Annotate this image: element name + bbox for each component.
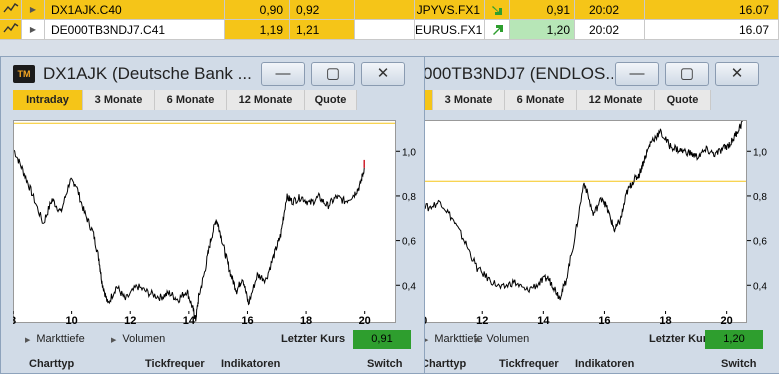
y-tick-label: 0,8 — [753, 192, 767, 203]
time-cell: 20:02 — [575, 20, 645, 40]
x-tick-label: 8 — [13, 315, 16, 327]
x-tick-label: 14 — [183, 315, 196, 327]
menu-switch[interactable]: Switch — [367, 358, 402, 370]
chart-icon[interactable] — [0, 0, 22, 20]
maximize-button[interactable]: ▢ — [311, 62, 355, 86]
menu-charttyp[interactable]: Charttyp — [421, 358, 466, 370]
x-tick-label: 12 — [124, 315, 136, 327]
trend-down-icon — [485, 0, 510, 20]
x-axis: 101214161820 — [415, 311, 733, 327]
x-tick-label: 12 — [476, 315, 488, 327]
minimize-button[interactable]: — — [615, 62, 659, 86]
spacer-cell — [355, 0, 415, 20]
title-bar[interactable]: TM DX1AJK (Deutsche Bank ... — ▢ ✕ — [1, 57, 424, 90]
y-tick-label: 1,0 — [402, 147, 416, 158]
x-tick-label: 14 — [537, 315, 550, 327]
window-menu: Charttyp Tickfrequer Indikatoren Switch — [13, 356, 423, 374]
price-series-line — [13, 149, 365, 322]
letzter-kurs-label: Letzter Kurs — [649, 333, 714, 345]
expand-arrow-icon[interactable]: ▶ — [22, 0, 45, 20]
x-axis: 8 10 12 14 16 18 20 — [13, 311, 371, 327]
y-tick-label: 1,0 — [753, 147, 767, 158]
tab-6-monate[interactable]: 6 Monate — [155, 90, 227, 110]
tab-12-monate[interactable]: 12 Monate — [577, 90, 655, 110]
x-tick-label: 20 — [721, 315, 733, 327]
tab-bar: 3 Monate 6 Monate 12 Monate Quote — [415, 90, 711, 110]
fx-value: 0,91 — [510, 0, 575, 20]
tab-3-monate[interactable]: 3 Monate — [433, 90, 505, 110]
price-series-line — [415, 120, 744, 301]
tab-12-monate[interactable]: 12 Monate — [227, 90, 305, 110]
tab-3-monate[interactable]: 3 Monate — [83, 90, 155, 110]
y-tick-label: 0,6 — [753, 237, 767, 248]
ask-value: 1,21 — [290, 20, 355, 40]
title-bar[interactable]: 000TB3NDJ7 (ENDLOS... — ▢ ✕ — [411, 57, 779, 90]
date-cell: 16.07 — [645, 0, 779, 20]
chart-area[interactable] — [13, 120, 396, 323]
menu-tickfrequenz[interactable]: Tickfrequer — [145, 358, 205, 370]
price-chart[interactable] — [415, 120, 746, 322]
markttiefe-toggle[interactable]: ▶ Markttiefe — [423, 329, 483, 349]
window-title: DX1AJK (Deutsche Bank ... — [43, 64, 252, 83]
close-button[interactable]: ✕ — [715, 62, 759, 86]
tab-intraday[interactable]: Intraday — [13, 90, 83, 110]
menu-indikatoren[interactable]: Indikatoren — [575, 358, 634, 370]
y-tick-label: 0,4 — [402, 281, 416, 292]
minimize-button[interactable]: — — [261, 62, 305, 86]
menu-charttyp[interactable]: Charttyp — [29, 358, 74, 370]
table-row[interactable]: ▶ DE000TB3NDJ7.C41 1,19 1,21 EURUS.FX1 1… — [0, 20, 779, 40]
tab-quote[interactable]: Quote — [305, 90, 357, 110]
x-tick-label: 16 — [241, 315, 253, 327]
x-tick-label: 18 — [300, 315, 312, 327]
time-cell: 20:02 — [575, 0, 645, 20]
x-tick-label: 20 — [359, 315, 371, 327]
expand-arrow-icon[interactable]: ▶ — [22, 20, 45, 40]
menu-switch[interactable]: Switch — [721, 358, 756, 370]
volumen-toggle[interactable]: ▶ Volumen — [475, 329, 529, 349]
bid-value: 1,19 — [225, 20, 290, 40]
y-axis: 1,0 0,8 0,6 0,4 — [396, 147, 416, 292]
window-title: 000TB3NDJ7 (ENDLOS... — [423, 64, 613, 83]
y-axis: 1,0 0,8 0,6 0,4 — [747, 147, 767, 292]
spacer-cell — [355, 20, 415, 40]
menu-indikatoren[interactable]: Indikatoren — [221, 358, 280, 370]
letzter-kurs-label: Letzter Kurs — [281, 333, 346, 345]
x-tick-label: 10 — [65, 315, 77, 327]
instrument-name: DX1AJK.C40 — [45, 0, 225, 20]
x-tick-label: 18 — [659, 315, 671, 327]
chart-icon[interactable] — [0, 20, 22, 40]
instrument-name: DE000TB3NDJ7.C41 — [45, 20, 225, 40]
letzter-kurs-value: 1,20 — [705, 330, 763, 349]
markttiefe-toggle[interactable]: ▶ Markttiefe — [25, 329, 85, 349]
y-tick-label: 0,6 — [402, 237, 416, 248]
window-menu: Charttyp Tickfrequer Indikatoren Switch — [415, 356, 775, 374]
y-tick-label: 0,4 — [753, 281, 767, 292]
y-tick-label: 0,8 — [402, 192, 416, 203]
desktop: ▶ DX1AJK.C40 0,90 0,92 JPYVS.FX1 0,91 20… — [0, 0, 779, 374]
tab-bar: Intraday 3 Monate 6 Monate 12 Monate Quo… — [13, 90, 357, 110]
chart-area[interactable] — [415, 120, 747, 323]
table-row[interactable]: ▶ DX1AJK.C40 0,90 0,92 JPYVS.FX1 0,91 20… — [0, 0, 779, 20]
price-chart[interactable] — [13, 121, 395, 322]
fx-name: EURUS.FX1 — [415, 20, 485, 40]
menu-tickfrequenz[interactable]: Tickfrequer — [499, 358, 559, 370]
maximize-button[interactable]: ▢ — [665, 62, 709, 86]
tab-6-monate[interactable]: 6 Monate — [505, 90, 577, 110]
bid-value: 0,90 — [225, 0, 290, 20]
chart-window-right[interactable]: 000TB3NDJ7 (ENDLOS... — ▢ ✕ 3 Monate 6 M… — [410, 56, 779, 374]
ask-value: 0,92 — [290, 0, 355, 20]
date-cell: 16.07 — [645, 20, 779, 40]
fx-value: 1,20 — [510, 20, 575, 40]
watchlist-table: ▶ DX1AJK.C40 0,90 0,92 JPYVS.FX1 0,91 20… — [0, 0, 779, 40]
volumen-toggle[interactable]: ▶ Volumen — [111, 329, 165, 349]
tm-logo: TM — [13, 65, 35, 83]
close-button[interactable]: ✕ — [361, 62, 405, 86]
chart-window-left[interactable]: TM DX1AJK (Deutsche Bank ... — ▢ ✕ Intra… — [0, 56, 425, 374]
trend-up-icon — [485, 20, 510, 40]
x-tick-label: 16 — [598, 315, 610, 327]
fx-name: JPYVS.FX1 — [415, 0, 485, 20]
letzter-kurs-value: 0,91 — [353, 330, 411, 349]
tab-quote[interactable]: Quote — [655, 90, 711, 110]
